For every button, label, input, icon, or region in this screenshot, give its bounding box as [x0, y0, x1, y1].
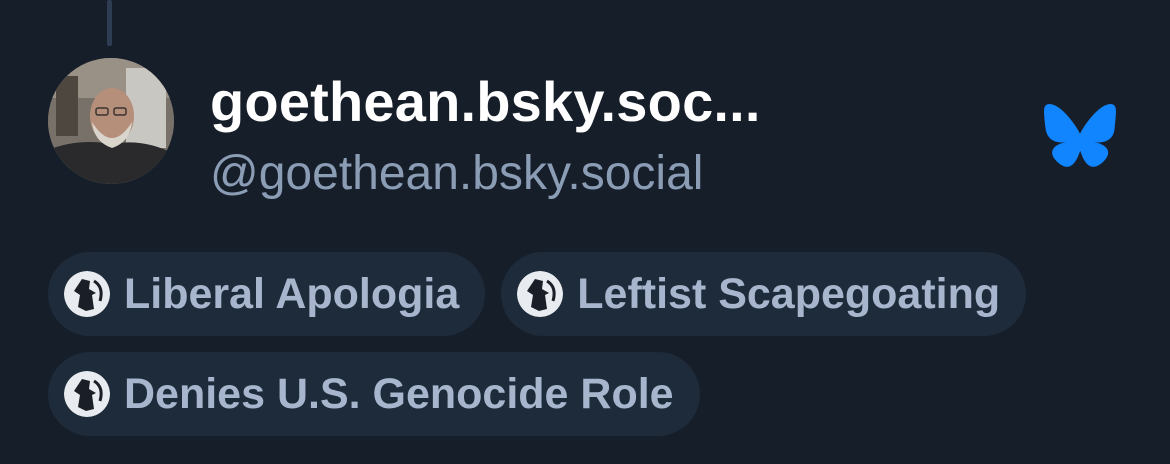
label-pill-liberal-apologia[interactable]: Liberal Apologia [48, 252, 486, 336]
moderation-labels: Liberal Apologia Leftist Scapegoating De… [48, 252, 1128, 452]
labeler-avatar-icon [64, 371, 110, 417]
label-text: Leftist Scapegoating [577, 270, 1001, 318]
profile-name-block[interactable]: goethean.bsky.soc... @goethean.bsky.soci… [210, 70, 761, 202]
label-row: Denies U.S. Genocide Role [48, 352, 1128, 436]
bluesky-butterfly-icon [1044, 104, 1116, 168]
user-avatar[interactable] [48, 58, 174, 184]
labeler-avatar-icon [517, 271, 564, 317]
label-text: Denies U.S. Genocide Role [124, 370, 674, 418]
label-text: Liberal Apologia [124, 270, 460, 318]
avatar-photo [48, 58, 174, 184]
label-pill-leftist-scapegoating[interactable]: Leftist Scapegoating [501, 252, 1027, 336]
label-pill-denies-us-genocide-role[interactable]: Denies U.S. Genocide Role [48, 352, 700, 436]
label-row: Liberal Apologia Leftist Scapegoating [48, 252, 1128, 336]
user-handle[interactable]: @goethean.bsky.social [210, 146, 761, 202]
thread-connector-line [107, 0, 112, 46]
labeler-avatar-icon [64, 271, 110, 317]
display-name[interactable]: goethean.bsky.soc... [210, 70, 761, 134]
